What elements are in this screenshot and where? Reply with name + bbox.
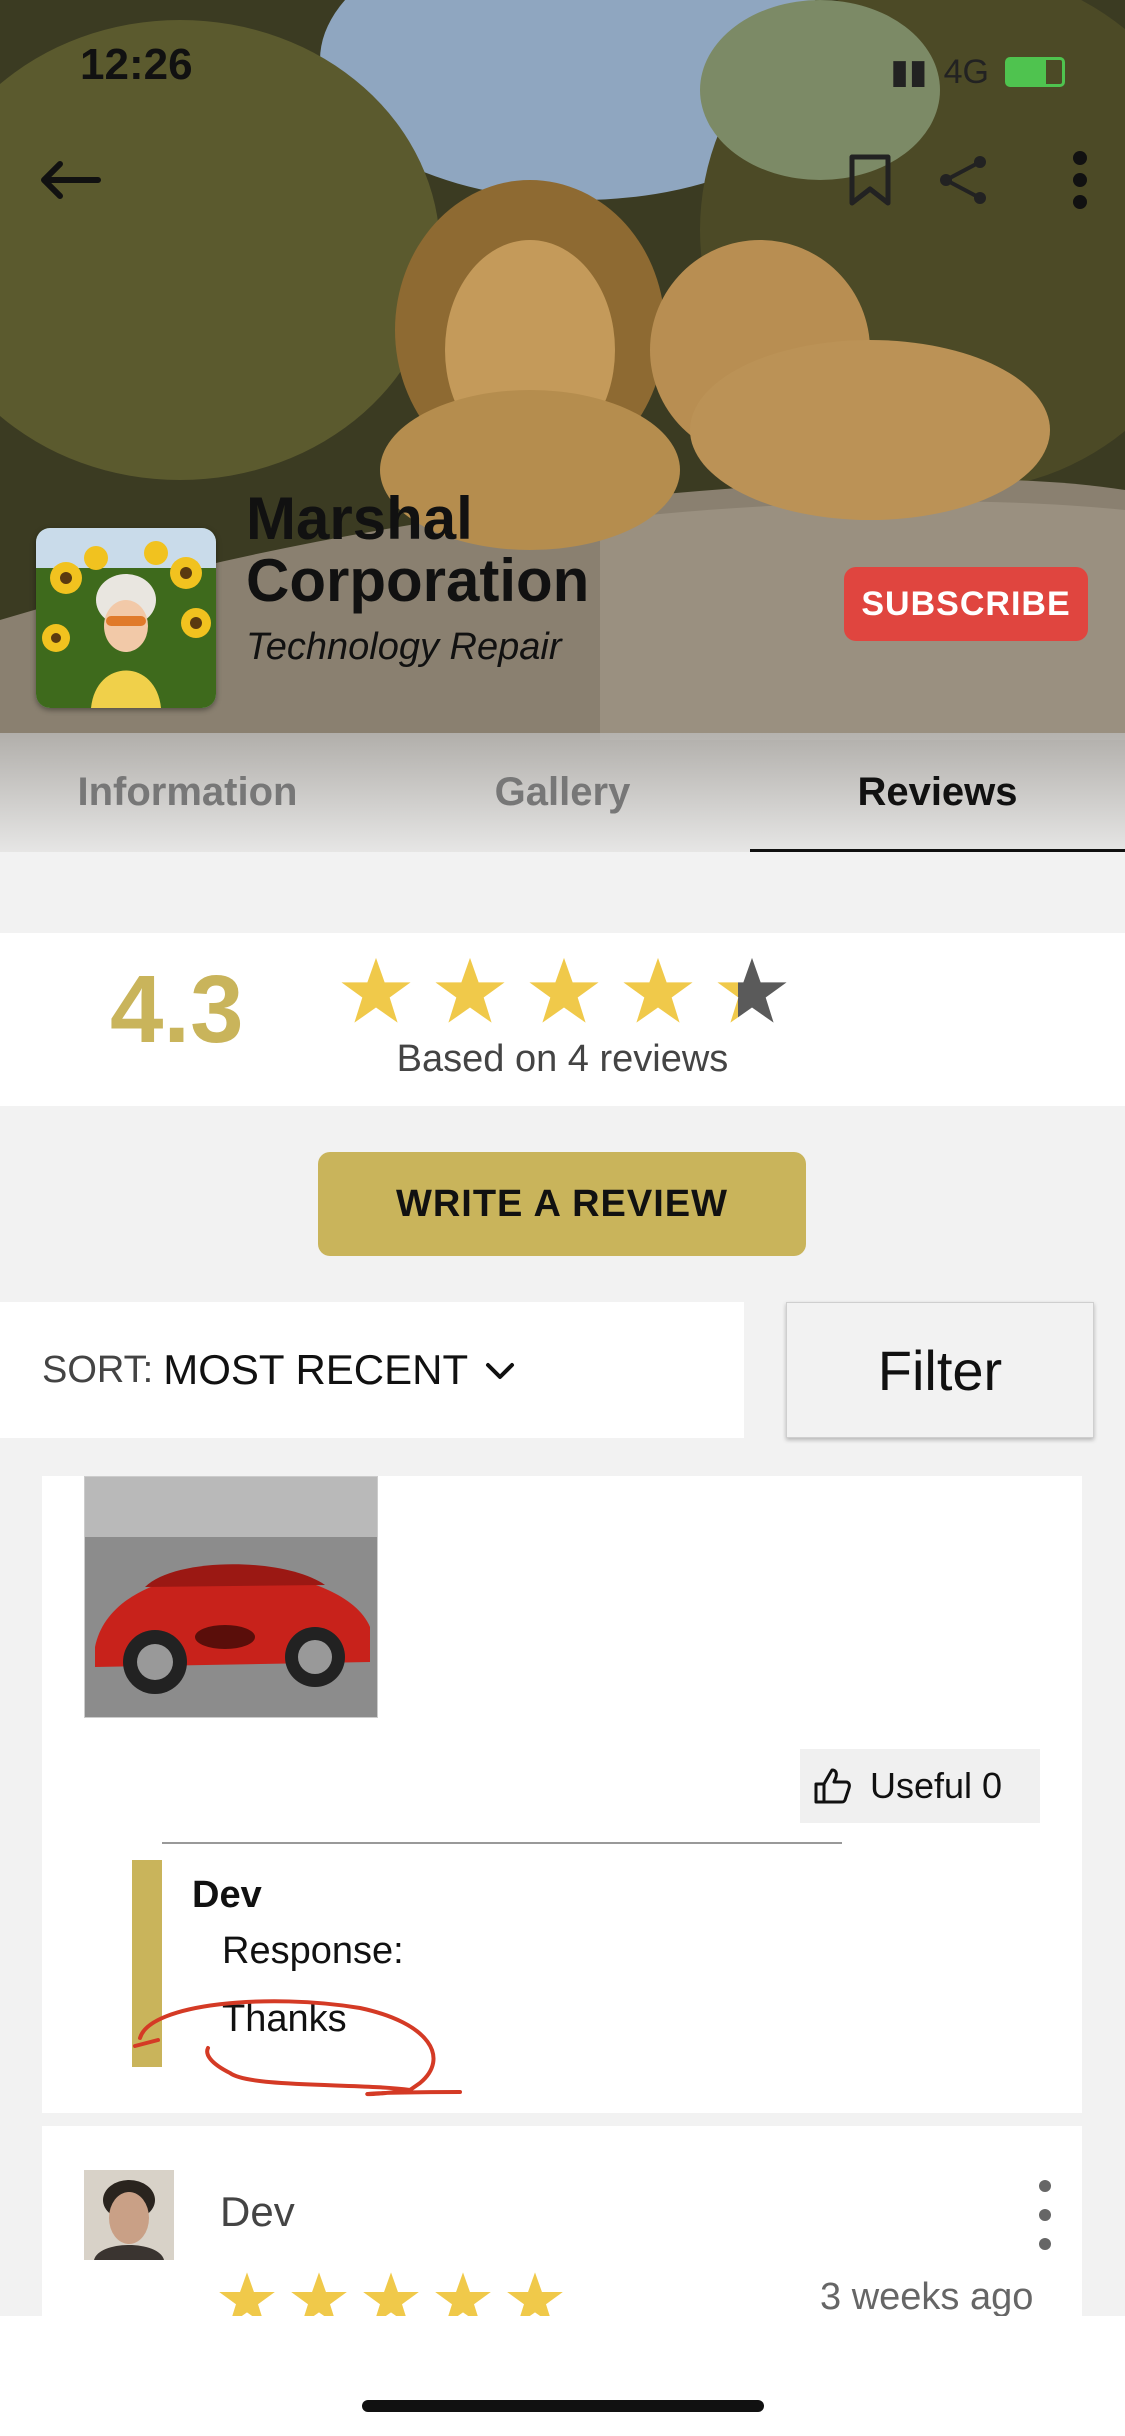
- status-indicators: ▮▮ 4G: [890, 52, 1065, 92]
- thumbs-up-icon: [814, 1768, 851, 1804]
- review-time: 3 weeks ago: [820, 2276, 1034, 2318]
- tab-bar: Information Gallery Reviews: [0, 733, 1125, 852]
- battery-icon: [1005, 57, 1065, 87]
- more-dot: [1039, 2209, 1051, 2221]
- share-button[interactable]: [924, 140, 1004, 220]
- header-banner: [0, 0, 1125, 852]
- red-car-image: [85, 1477, 377, 1717]
- company-name: Marshal Corporation: [246, 485, 590, 614]
- status-time: 12:26: [80, 40, 193, 89]
- subscribe-button[interactable]: SUBSCRIBE: [844, 567, 1088, 641]
- arrow-left-icon: [41, 161, 101, 199]
- more-vertical-icon: [1039, 2180, 1051, 2192]
- sort-value: MOST RECENT: [163, 1346, 469, 1393]
- more-options-button[interactable]: [1040, 140, 1120, 220]
- review-more-button[interactable]: [1030, 2180, 1060, 2250]
- rating-stars: [340, 955, 788, 1027]
- bookmark-button[interactable]: [830, 140, 910, 220]
- share-icon: [940, 156, 986, 204]
- star-icon: [341, 957, 411, 1023]
- useful-button[interactable]: Useful 0: [800, 1749, 1040, 1823]
- review-photo[interactable]: [84, 1476, 378, 1718]
- response-author: Dev: [192, 1874, 262, 1916]
- more-vertical-icon: [1073, 151, 1087, 209]
- chevron-down-icon: [486, 1363, 515, 1379]
- reviewer-avatar: [84, 2170, 174, 2260]
- back-button[interactable]: [30, 140, 110, 220]
- bottom-safe-area: [0, 2316, 1125, 2436]
- rating-value: 4.3: [110, 956, 244, 1063]
- tab-gallery[interactable]: Gallery: [375, 733, 750, 852]
- star-icon: [529, 957, 599, 1023]
- more-dot: [1039, 2238, 1051, 2250]
- review-count: Based on 4 reviews: [396, 1038, 729, 1080]
- signal-icon: ▮▮: [890, 53, 928, 91]
- filter-button[interactable]: Filter: [786, 1302, 1094, 1438]
- sort-dropdown[interactable]: SORT: MOST RECENT: [0, 1302, 744, 1438]
- home-indicator[interactable]: [362, 2400, 764, 2412]
- tab-information[interactable]: Information: [0, 733, 375, 852]
- response-label: Response:: [222, 1930, 404, 1972]
- tab-reviews[interactable]: Reviews: [750, 733, 1125, 852]
- avatar-sunflowers-image: [36, 528, 216, 708]
- header-lions-photo: [0, 0, 1125, 852]
- star-icon: [435, 957, 505, 1023]
- network-label: 4G: [943, 52, 989, 91]
- red-circle-annotation: [133, 1999, 462, 2097]
- reviewer-portrait-image: [84, 2170, 174, 2260]
- useful-label: Useful 0: [870, 1765, 1003, 1806]
- divider: [162, 1842, 842, 1844]
- bookmark-icon: [849, 154, 891, 206]
- sort-label: SORT:: [42, 1348, 154, 1391]
- company-category: Technology Repair: [246, 626, 562, 668]
- star-icon: [717, 957, 787, 1023]
- write-review-button[interactable]: WRITE A REVIEW: [318, 1152, 806, 1256]
- star-icon: [623, 957, 693, 1023]
- reviewer-name: Dev: [220, 2188, 295, 2235]
- company-avatar: [36, 528, 216, 708]
